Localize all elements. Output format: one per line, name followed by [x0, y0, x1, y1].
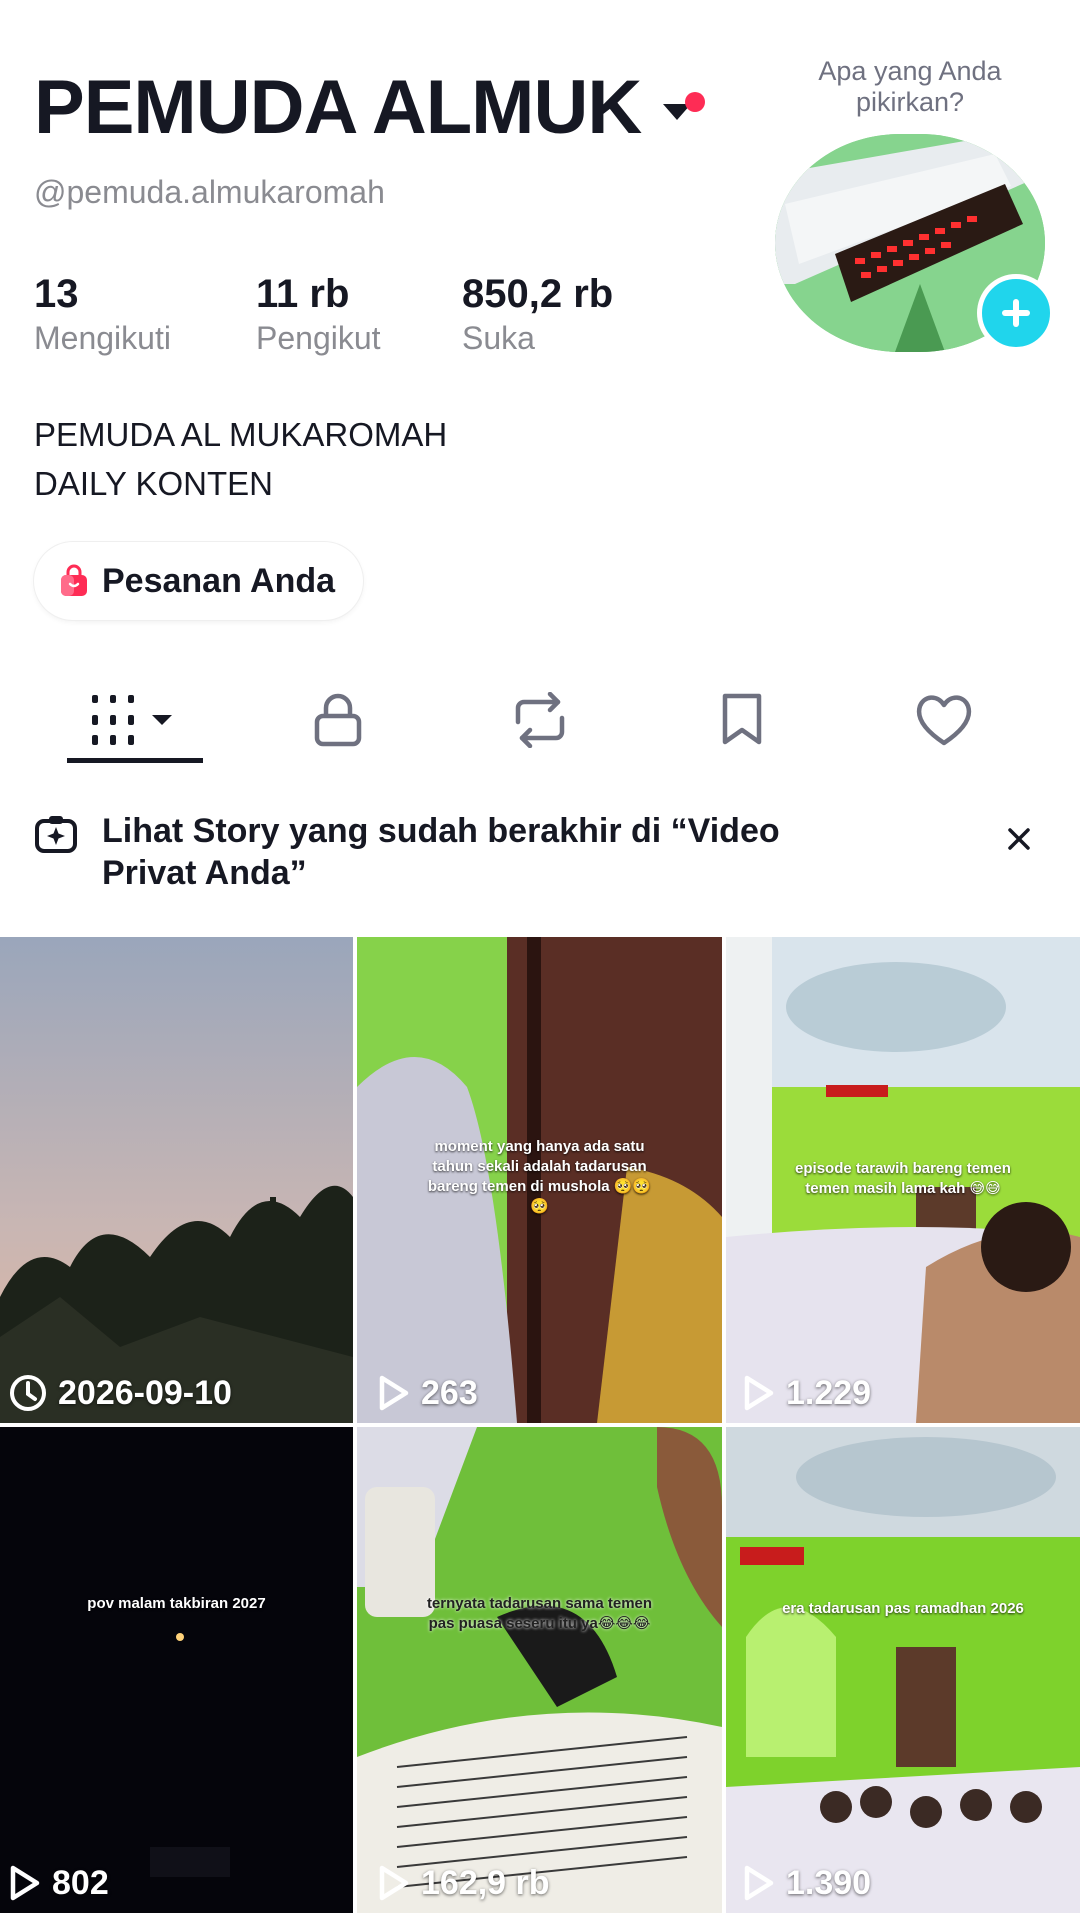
play-icon — [744, 1865, 774, 1901]
likes-label: Suka — [462, 320, 535, 356]
add-story-button[interactable] — [977, 274, 1055, 352]
thumbnail-image — [357, 1427, 722, 1913]
orders-label: Pesanan Anda — [102, 561, 336, 600]
tab-private[interactable] — [278, 680, 398, 760]
video-thumbnail[interactable]: moment yang hanya ada satu tahun sekali … — [357, 937, 722, 1423]
video-thumbnail[interactable]: pov malam takbiran 2027 802 — [0, 1427, 353, 1913]
story-banner-text: Lihat Story yang sudah berakhir di “Vide… — [102, 812, 780, 892]
close-icon[interactable] — [1004, 824, 1034, 854]
video-count: 263 — [377, 1373, 478, 1413]
video-caption: ternyata tadarusan sama temen pas puasa … — [426, 1595, 653, 1632]
bio-line: DAILY KONTEN — [34, 465, 274, 502]
display-name: PEMUDA ALMUK — [34, 65, 642, 150]
followers-stat[interactable]: 11 rb Pengikut — [256, 272, 462, 357]
username-handle: @pemuda.almukaromah — [34, 174, 385, 210]
video-count: 162,9 rb — [377, 1863, 550, 1903]
profile-stats: 13 Mengikuti 11 rb Pengikut 850,2 rb Suk… — [34, 272, 662, 357]
likes-stat[interactable]: 850,2 rb Suka — [462, 272, 662, 357]
tab-favorites[interactable] — [682, 680, 802, 760]
video-caption: pov malam takbiran 2027 — [87, 1595, 266, 1612]
view-count: 802 — [52, 1863, 109, 1902]
lock-icon — [314, 693, 362, 747]
video-count: 1.229 — [742, 1373, 871, 1413]
active-tab-indicator — [67, 758, 203, 763]
bio-line: PEMUDA AL MUKAROMAH — [34, 416, 448, 453]
tab-liked[interactable] — [884, 680, 1004, 760]
view-count: 263 — [421, 1373, 478, 1412]
account-switch-icon[interactable] — [661, 86, 706, 130]
play-icon — [744, 1375, 774, 1411]
tab-videos[interactable] — [75, 680, 195, 760]
scheduled-date: 2026-09-10 — [58, 1373, 232, 1412]
thumbnail-image — [0, 937, 353, 1423]
followers-label: Pengikut — [256, 320, 381, 356]
play-icon — [10, 1865, 40, 1901]
video-count: 802 — [8, 1863, 109, 1903]
video-count: 1.390 — [742, 1863, 871, 1903]
repost-icon — [515, 692, 565, 748]
video-thumbnail[interactable]: 2026-09-10 — [0, 937, 353, 1423]
thought-prompt[interactable]: Apa yang Anda pikirkan? — [782, 56, 1038, 118]
view-count: 1.390 — [786, 1863, 872, 1902]
profile-name-row[interactable]: PEMUDA ALMUK — [34, 65, 706, 150]
profile-tabs — [0, 670, 1080, 770]
play-icon — [379, 1865, 409, 1901]
orders-button[interactable]: Pesanan Anda — [34, 542, 364, 620]
view-count: 1.229 — [786, 1373, 872, 1412]
thumbnail-image — [726, 1427, 1080, 1913]
shopping-bag-icon — [61, 564, 87, 596]
bookmark-icon — [722, 693, 762, 745]
grid-videos-icon — [92, 695, 172, 745]
clock-icon — [10, 1375, 46, 1411]
likes-count: 850,2 rb — [462, 272, 614, 316]
video-caption: era tadarusan pas ramadhan 2026 — [782, 1600, 1024, 1617]
avatar-container[interactable] — [775, 134, 1055, 352]
followers-count: 11 rb — [256, 272, 350, 316]
video-thumbnail[interactable]: episode tarawih bareng temen temen masih… — [726, 937, 1080, 1423]
tab-reposts[interactable] — [480, 680, 600, 760]
heart-icon — [916, 695, 972, 746]
video-caption: episode tarawih bareng temen temen masih… — [795, 1160, 1011, 1197]
video-count: 2026-09-10 — [8, 1373, 232, 1413]
video-caption: moment yang hanya ada satu tahun sekali … — [427, 1138, 652, 1215]
thumbnail-image — [0, 1427, 353, 1913]
following-stat[interactable]: 13 Mengikuti — [34, 272, 256, 357]
video-thumbnail[interactable]: ternyata tadarusan sama temen pas puasa … — [357, 1427, 722, 1913]
profile-bio: PEMUDA AL MUKAROMAH DAILY KONTEN — [34, 410, 447, 508]
following-count: 13 — [34, 272, 79, 316]
story-icon — [35, 816, 77, 853]
video-thumbnail[interactable]: era tadarusan pas ramadhan 2026 1.390 — [726, 1427, 1080, 1913]
play-icon — [379, 1375, 409, 1411]
plus-icon — [1002, 299, 1030, 327]
following-label: Mengikuti — [34, 320, 171, 356]
view-count: 162,9 rb — [421, 1863, 550, 1902]
notification-dot — [685, 92, 706, 112]
